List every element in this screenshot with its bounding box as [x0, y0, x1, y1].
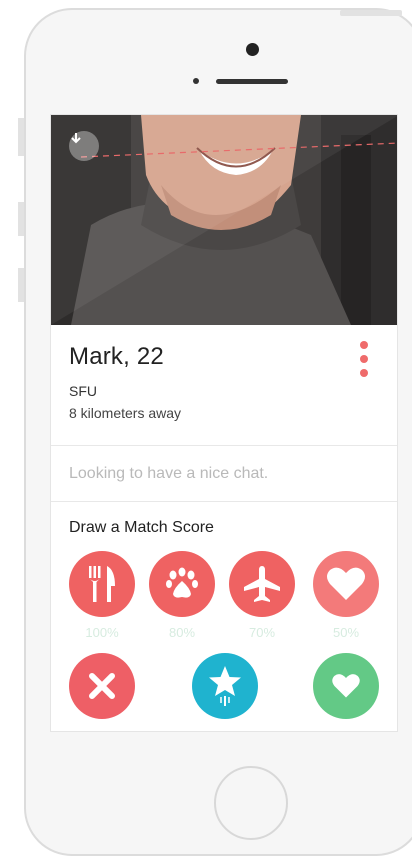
airplane-icon: [244, 566, 280, 602]
more-options-button[interactable]: [357, 341, 371, 381]
travel-score-percent: 70%: [248, 625, 276, 640]
romance-score-percent: 50%: [332, 625, 360, 640]
travel-score-button[interactable]: [229, 551, 295, 617]
profile-photo-illustration: [51, 115, 397, 325]
divider: [51, 501, 397, 502]
close-icon: [89, 673, 115, 699]
arrow-down-icon: [71, 133, 81, 144]
match-score-title: Draw a Match Score: [69, 519, 214, 536]
earpiece-speaker: [216, 79, 288, 84]
profile-school: SFU: [69, 383, 97, 399]
food-score-percent: 100%: [85, 625, 119, 640]
profile-distance: 8 kilometers away: [69, 405, 182, 421]
super-like-button[interactable]: [192, 653, 258, 719]
mute-switch: [18, 118, 24, 156]
romance-score-button[interactable]: [313, 551, 379, 617]
divider: [51, 445, 397, 446]
star-icon: [209, 666, 241, 706]
food-score-button[interactable]: [69, 551, 135, 617]
proximity-sensor: [193, 78, 199, 84]
power-button: [340, 10, 402, 16]
profile-name-age: Mark, 22: [69, 343, 164, 370]
nope-button[interactable]: [69, 653, 135, 719]
kebab-dot-icon: [360, 355, 368, 363]
pets-score-button[interactable]: [149, 551, 215, 617]
kebab-dot-icon: [360, 341, 368, 349]
fork-knife-icon: [89, 566, 115, 602]
paw-icon: [166, 567, 198, 598]
profile-bio: Looking to have a nice chat.: [69, 465, 269, 482]
pets-score-percent: 80%: [168, 625, 196, 640]
home-button[interactable]: [214, 766, 288, 840]
app-screen: Mark, 22 SFU 8 kilometers away Looking t…: [50, 114, 398, 732]
download-button[interactable]: [69, 131, 99, 161]
kebab-dot-icon: [360, 369, 368, 377]
heart-icon: [332, 674, 360, 698]
volume-down-button: [18, 268, 24, 302]
like-button[interactable]: [313, 653, 379, 719]
profile-photo[interactable]: [51, 115, 397, 325]
front-camera: [246, 43, 259, 56]
volume-up-button: [18, 202, 24, 236]
heart-icon: [327, 567, 365, 600]
